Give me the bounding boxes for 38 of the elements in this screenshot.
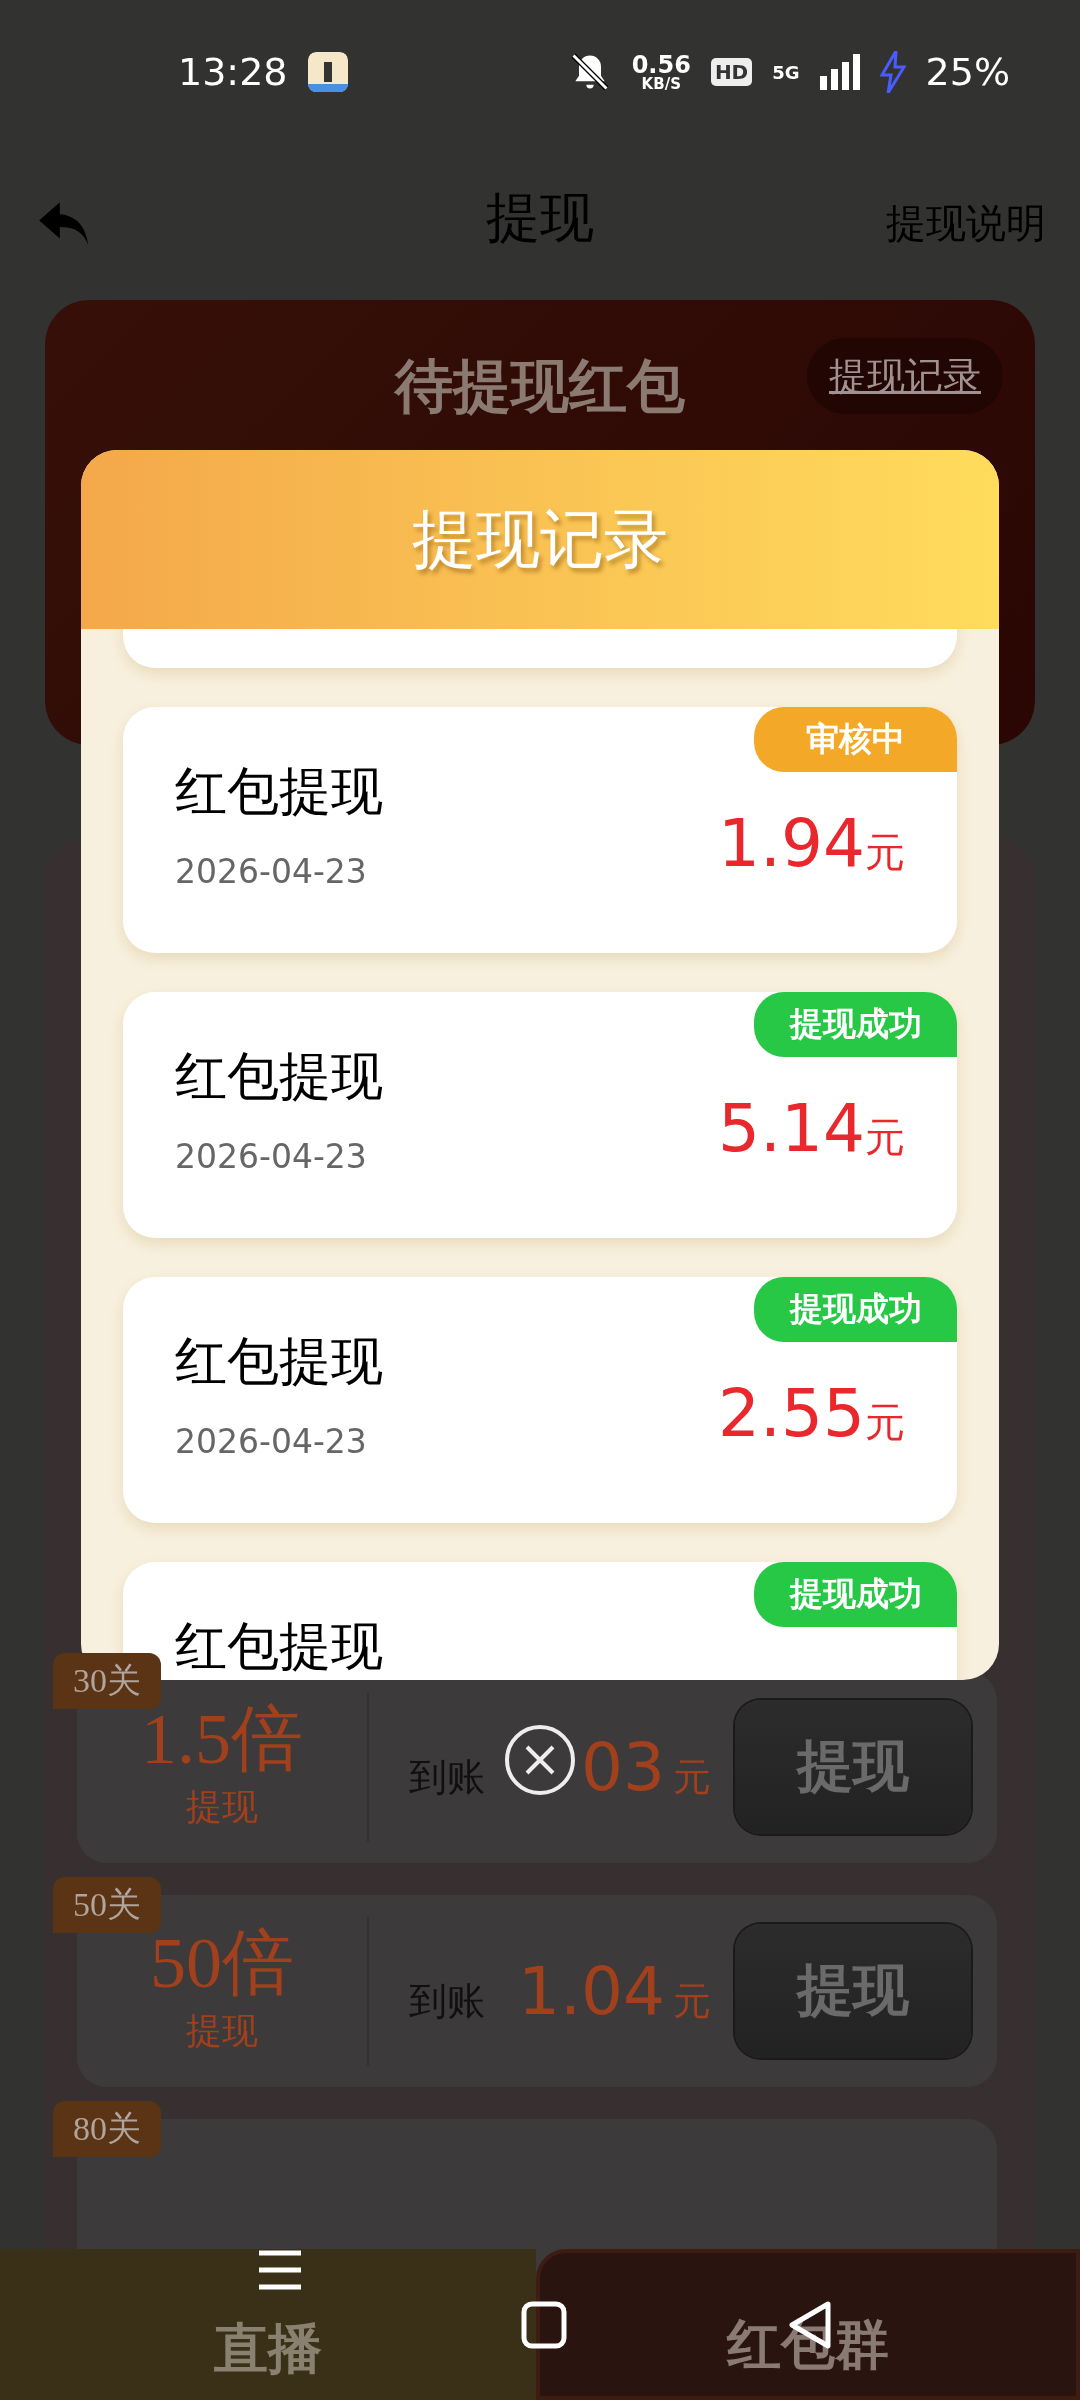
currency-unit: 元	[865, 829, 905, 877]
credit-amount: 03	[581, 1728, 665, 1806]
record-title: 红包提现	[175, 763, 383, 821]
bottom-tab[interactable]: 直播	[0, 2249, 536, 2400]
record-date: 2026-04-23	[175, 1422, 367, 1461]
level-tag: 80关	[53, 2101, 161, 2157]
currency-unit: 元	[865, 1114, 905, 1162]
record-amount: 5.14	[718, 1090, 865, 1167]
dialog-title: 提现记录	[412, 503, 668, 577]
hd-badge: HD	[710, 58, 753, 86]
record-title: 红包提现	[175, 1333, 383, 1391]
record-date: 2026-04-23	[175, 1137, 367, 1176]
status-badge: 提现成功	[754, 1277, 957, 1342]
level-tag: 30关	[53, 1653, 161, 1709]
card-title: 待提现红包	[393, 353, 686, 421]
clock: 13:28	[178, 50, 288, 94]
record-title: 红包提现	[175, 1618, 383, 1676]
status-badge: 提现成功	[754, 992, 957, 1057]
currency-unit: 元	[673, 1754, 711, 1800]
status-badge: 提现成功	[754, 1562, 957, 1627]
record-date: 2026-04-23	[175, 852, 367, 891]
net-speed: 0.56	[631, 52, 691, 77]
credit-amount: 1.04	[518, 1952, 665, 2030]
level-tag: 50关	[53, 1877, 161, 1933]
multiplier-caption: 提现	[186, 2009, 258, 2053]
status-badge: 审核中	[754, 707, 957, 772]
record-amount: 2.55	[718, 1375, 865, 1452]
currency-unit: 元	[673, 1978, 711, 2024]
battery-level: 25%	[925, 50, 1010, 94]
records-button[interactable]: 提现记录	[807, 338, 1003, 414]
withdraw-button[interactable]: 提现	[735, 1924, 971, 2058]
currency-unit: 元	[865, 1399, 905, 1447]
net-speed-unit: KB/S	[641, 76, 681, 92]
withdraw-button[interactable]: 提现	[735, 1700, 971, 1834]
network-type: 5G	[772, 61, 800, 83]
multiplier-caption: 提现	[186, 1785, 258, 1829]
record-title: 红包提现	[175, 1048, 383, 1106]
record-amount: 1.94	[718, 805, 865, 882]
